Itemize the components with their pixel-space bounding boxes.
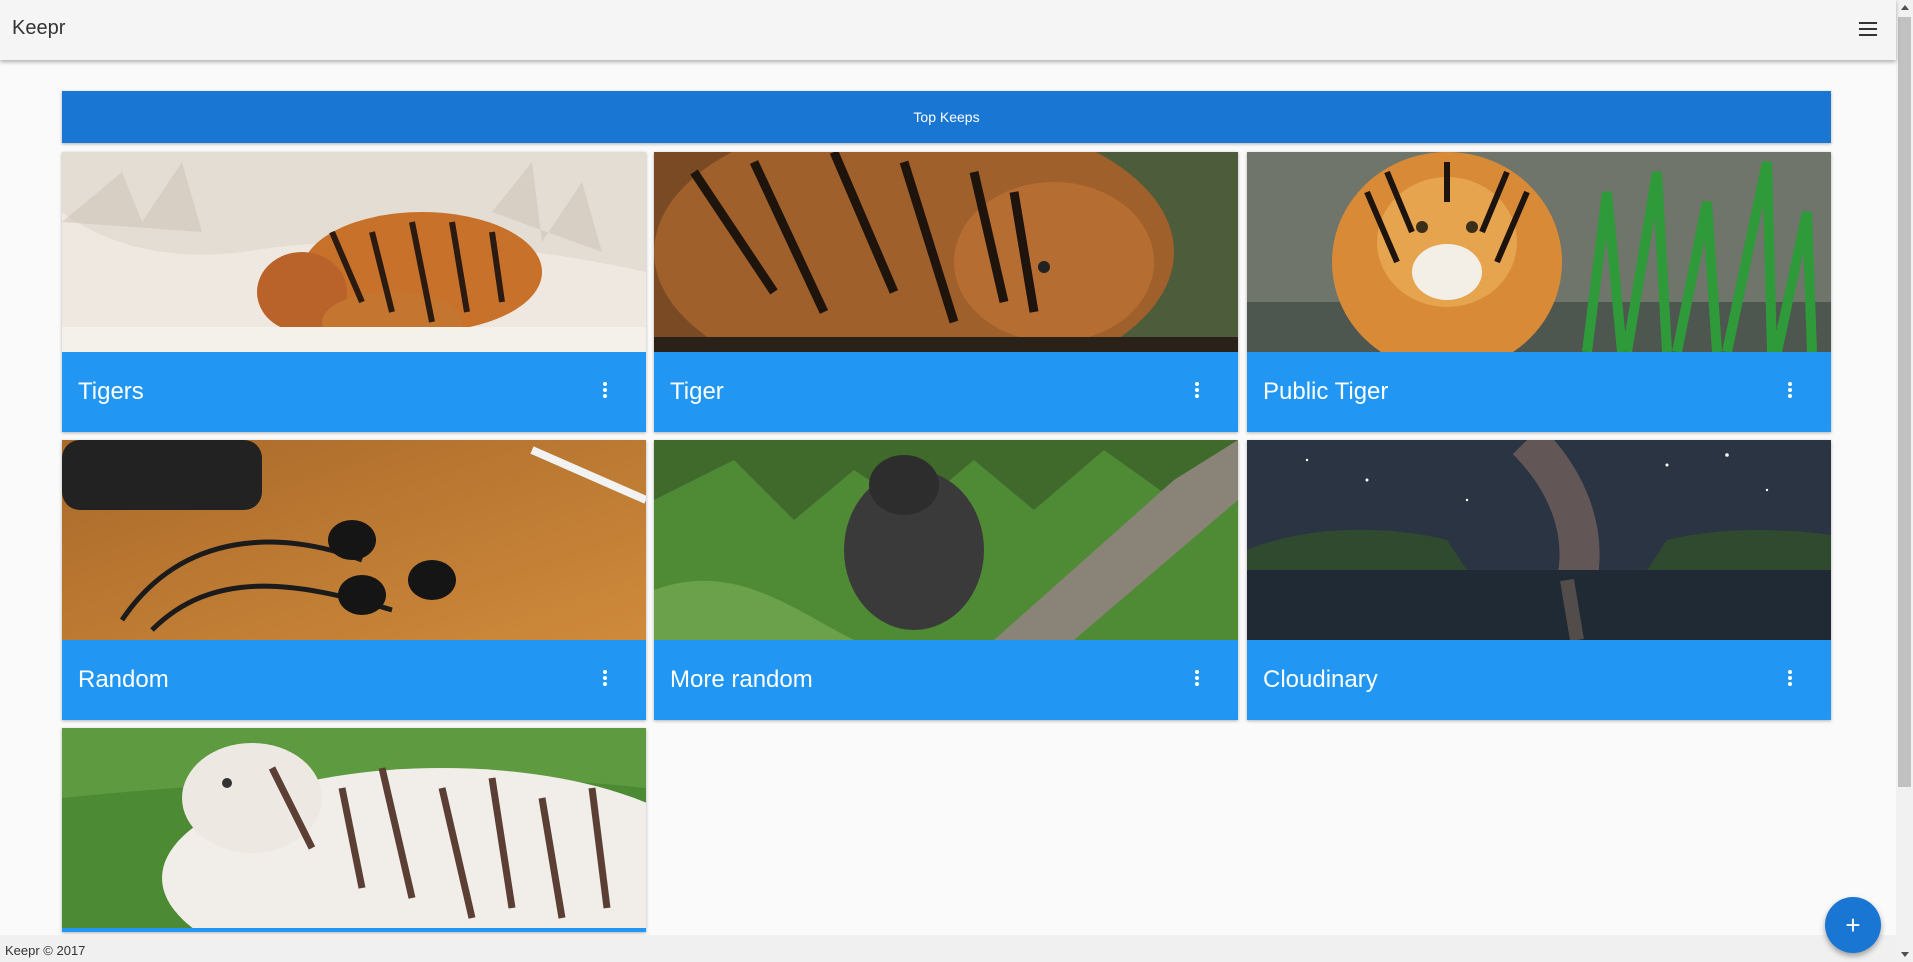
more-vert-icon[interactable] (602, 382, 608, 402)
scroll-down-icon[interactable] (1901, 952, 1909, 957)
keep-card[interactable]: More random (654, 440, 1238, 720)
card-title: More random (670, 666, 813, 693)
scrollbar[interactable] (1896, 0, 1913, 962)
keep-image-more-random (654, 440, 1238, 640)
top-keeps-banner[interactable]: Top Keeps (62, 91, 1831, 143)
card-footer: Random (62, 640, 646, 720)
footer-text: Keepr © 2017 (5, 943, 86, 958)
card-footer: Cloudinary (1247, 640, 1831, 720)
keep-image-tigers (62, 152, 646, 352)
hamburger-menu-icon[interactable] (1856, 18, 1880, 42)
page-footer: Keepr © 2017 (0, 935, 1896, 962)
card-footer: More random (654, 640, 1238, 720)
card-title: Cloudinary (1263, 666, 1378, 693)
add-keep-button[interactable]: + (1825, 897, 1881, 953)
card-footer: Tiger (654, 352, 1238, 432)
more-vert-icon[interactable] (1787, 382, 1793, 402)
more-vert-icon[interactable] (1787, 670, 1793, 690)
keep-card[interactable]: Public Tiger (1247, 152, 1831, 432)
scroll-up-icon[interactable] (1901, 5, 1909, 10)
keep-image-cloudinary (1247, 440, 1831, 640)
keep-card[interactable]: Tiger (654, 152, 1238, 432)
card-title: Random (78, 666, 169, 693)
keep-image-random (62, 440, 646, 640)
app-bar: Keepr (0, 0, 1896, 60)
card-footer: Public Tiger (1247, 352, 1831, 432)
card-title: Tiger (670, 378, 724, 405)
more-vert-icon[interactable] (1194, 670, 1200, 690)
brand-title[interactable]: Keepr (12, 17, 65, 40)
more-vert-icon[interactable] (602, 670, 608, 690)
scrollbar-thumb[interactable] (1898, 17, 1911, 787)
keep-card[interactable]: Random (62, 440, 646, 720)
keep-card[interactable]: Tigers (62, 152, 646, 432)
keep-image-tiger (654, 152, 1238, 352)
card-footer (62, 928, 646, 932)
card-title: Tigers (78, 378, 144, 405)
keep-image-white-tiger (62, 728, 646, 928)
keep-card[interactable] (62, 728, 646, 932)
card-footer: Tigers (62, 352, 646, 432)
keep-card[interactable]: Cloudinary (1247, 440, 1831, 720)
card-title: Public Tiger (1263, 378, 1389, 405)
keep-image-public-tiger (1247, 152, 1831, 352)
plus-icon: + (1845, 910, 1861, 940)
more-vert-icon[interactable] (1194, 382, 1200, 402)
